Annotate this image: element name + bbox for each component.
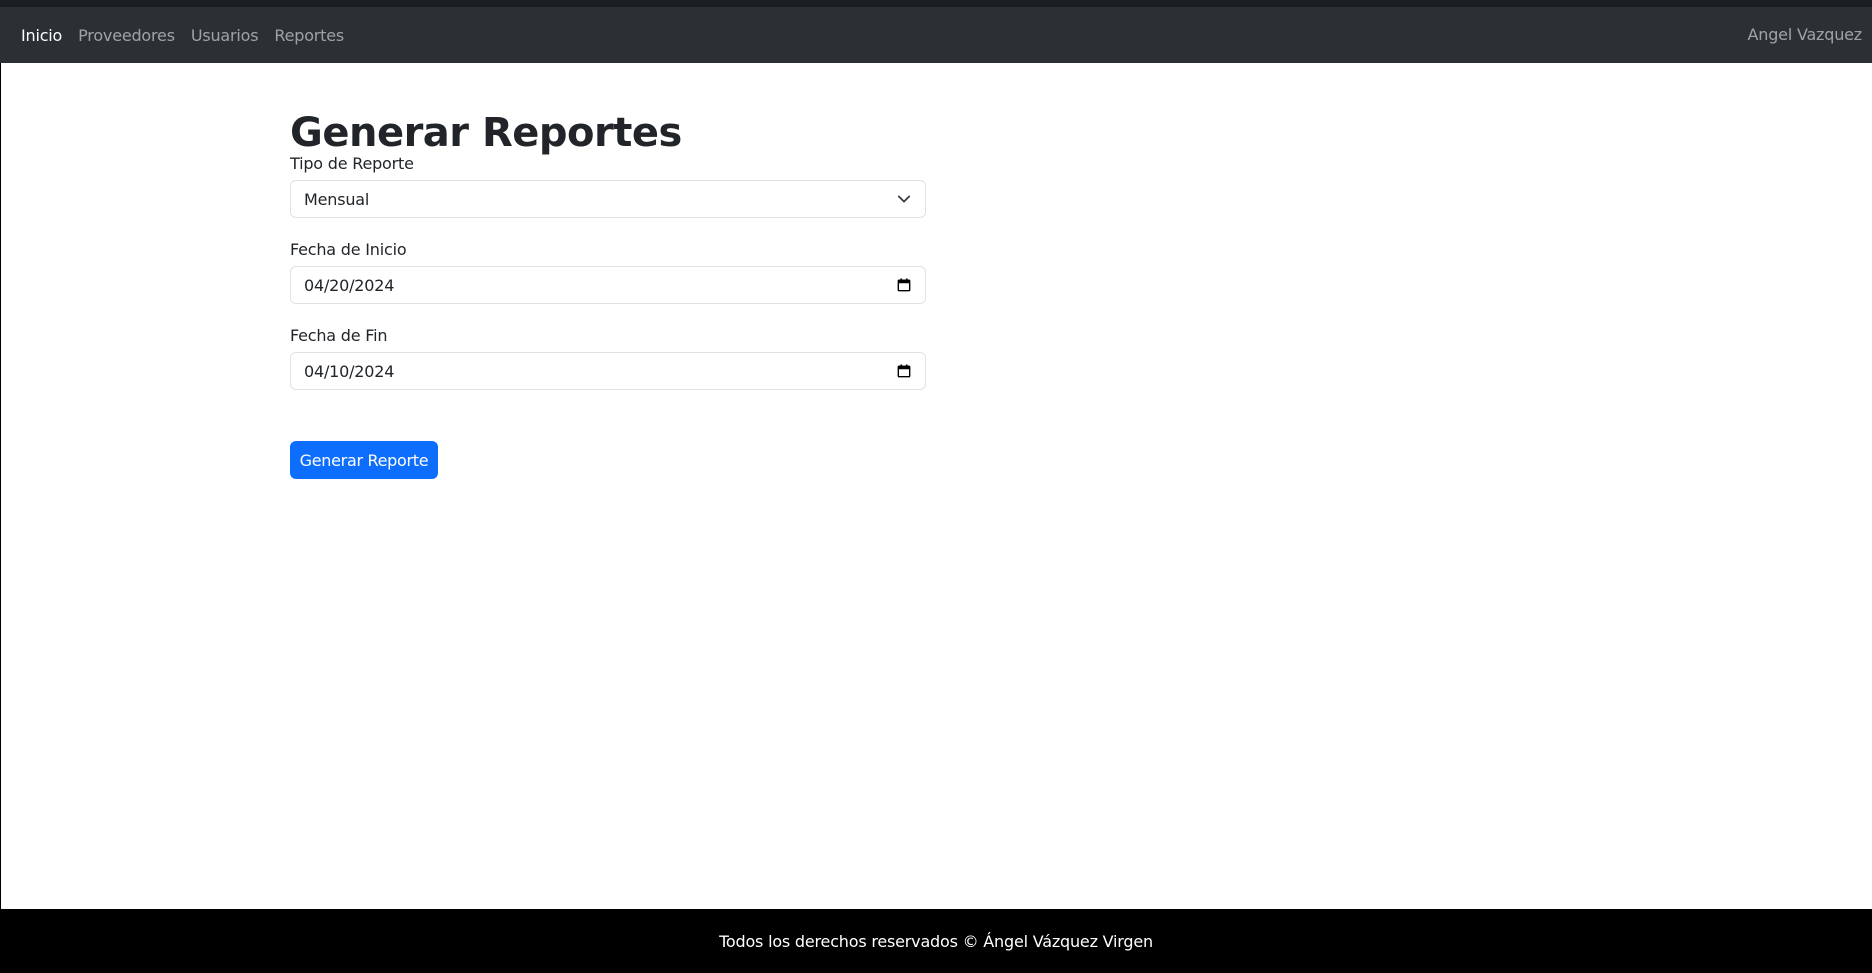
calendar-icon[interactable] — [897, 278, 911, 292]
nav-link-proveedores[interactable]: Proveedores — [78, 26, 175, 45]
nav-links: Inicio Proveedores Usuarios Reportes — [21, 26, 360, 45]
report-type-select[interactable]: Mensual — [290, 180, 926, 218]
end-date-value: 04/10/2024 — [304, 361, 395, 381]
user-name[interactable]: Angel Vazquez — [1748, 25, 1863, 44]
nav-link-inicio[interactable]: Inicio — [21, 26, 62, 45]
nav-link-usuarios[interactable]: Usuarios — [191, 26, 259, 45]
page-title: Generar Reportes — [290, 110, 682, 156]
chevron-down-icon — [897, 195, 911, 203]
start-date-label: Fecha de Inicio — [290, 240, 407, 259]
footer-copyright: Todos los derechos reservados © Ángel Vá… — [719, 931, 1153, 951]
generate-report-button[interactable]: Generar Reporte — [290, 441, 438, 479]
start-date-input[interactable]: 04/20/2024 — [290, 266, 926, 304]
report-type-value: Mensual — [304, 189, 370, 209]
report-type-label: Tipo de Reporte — [290, 154, 414, 173]
footer: Todos los derechos reservados © Ángel Vá… — [0, 909, 1872, 973]
calendar-icon[interactable] — [897, 364, 911, 378]
top-navbar: Inicio Proveedores Usuarios Reportes Ang… — [0, 7, 1872, 63]
main-content: Generar Reportes Tipo de Reporte Mensual… — [1, 63, 1872, 909]
end-date-input[interactable]: 04/10/2024 — [290, 352, 926, 390]
end-date-label: Fecha de Fin — [290, 326, 388, 345]
start-date-value: 04/20/2024 — [304, 275, 395, 295]
window-top-strip — [0, 0, 1872, 7]
nav-link-reportes[interactable]: Reportes — [274, 26, 344, 45]
